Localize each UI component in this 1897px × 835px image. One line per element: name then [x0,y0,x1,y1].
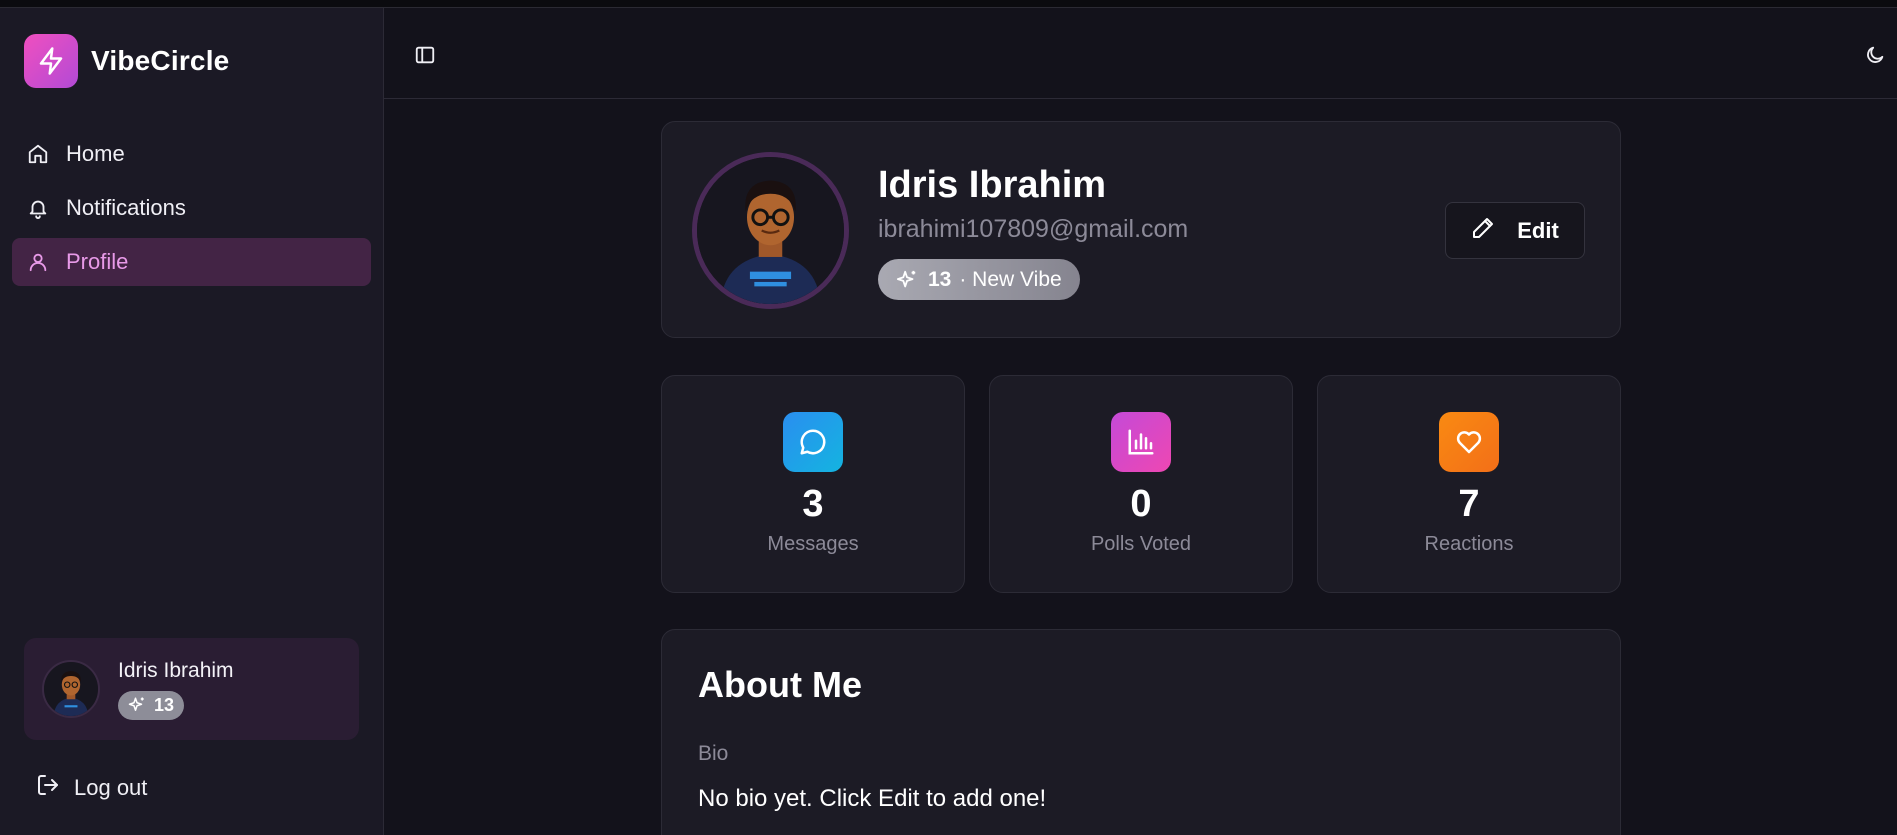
avatar [42,660,100,718]
window-top-edge [0,0,1897,8]
stat-card-polls: 0 Polls Voted [989,375,1293,593]
user-icon [26,250,50,274]
brand[interactable]: VibeCircle [24,34,229,88]
home-icon [26,142,50,166]
sidebar-user-card[interactable]: Idris Ibrahim 13 [24,638,359,740]
heart-icon [1439,412,1499,472]
stat-value: 7 [1458,483,1480,525]
stat-label: Reactions [1424,533,1514,555]
section-title: About Me [698,664,862,705]
sidebar-item-label: Profile [66,249,129,274]
vibe-points-value: 13 [154,694,175,715]
vibe-points-badge: 13 [118,690,185,720]
stat-value: 0 [1130,483,1152,525]
sidebar-item-label: Notifications [66,195,186,220]
profile-header-card: Idris Ibrahim ibrahimi107809@gmail.com 1… [661,121,1621,338]
edit-profile-button[interactable]: Edit [1445,202,1585,259]
sparkles-icon [896,270,916,287]
bar-chart-icon [1111,412,1171,472]
sidebar-item-label: Home [66,141,125,166]
lightning-icon [24,34,78,88]
logout-button[interactable]: Log out [36,773,147,803]
bio-label: Bio [698,742,729,765]
stat-label: Polls Voted [1090,533,1192,555]
about-card: About Me Bio No bio yet. Click Edit to a… [661,629,1621,835]
avatar [692,152,849,309]
profile-email: ibrahimi107809@gmail.com [878,215,1189,243]
top-bar [384,8,1897,99]
stat-card-messages: 3 Messages [661,375,965,593]
sidebar-user-name: Idris Ibrahim [118,658,234,682]
vibe-level-badge: 13 · New Vibe [878,259,1080,300]
pencil-icon [1471,216,1495,246]
sidebar-item-home[interactable]: Home [12,130,371,178]
sidebar-nav: Home Notifications Profile [12,130,371,292]
stat-card-reactions: 7 Reactions [1317,375,1621,593]
moon-icon[interactable] [1862,42,1888,68]
vibe-level-label: · New Vibe [959,267,1062,291]
logout-icon [36,773,60,803]
stat-label: Messages [767,533,859,555]
bell-icon [26,196,50,220]
vibe-points-value: 13 [928,267,952,291]
edit-button-label: Edit [1517,217,1559,243]
app-name: VibeCircle [91,45,230,76]
logout-label: Log out [74,775,148,800]
profile-name: Idris Ibrahim [878,164,1107,206]
sidebar-item-profile[interactable]: Profile [12,238,371,286]
sidebar-item-notifications[interactable]: Notifications [12,184,371,232]
sidebar-toggle-icon[interactable] [412,42,438,68]
message-icon [783,412,843,472]
sidebar: VibeCircle Home Notifications Profile Id… [0,8,384,835]
bio-text: No bio yet. Click Edit to add one! [698,785,1047,812]
sparkles-icon [128,697,144,711]
stat-value: 3 [802,483,824,525]
